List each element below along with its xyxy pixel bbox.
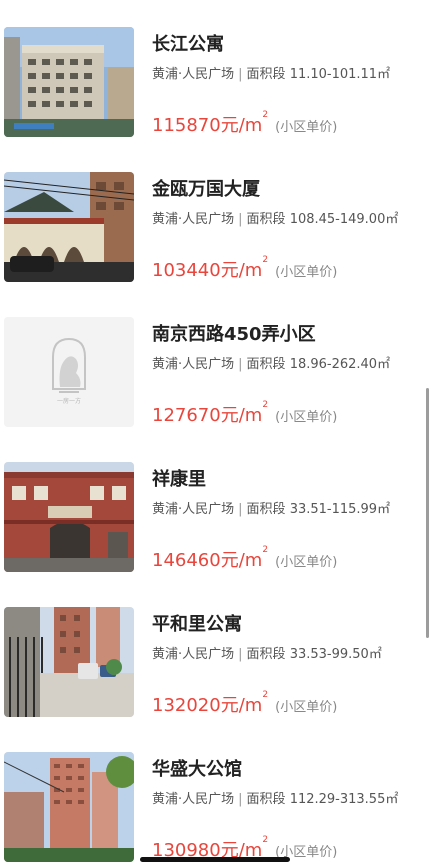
listing-price-note: (小区单价) [275,700,338,715]
listing-thumbnail[interactable] [4,27,134,137]
listing-district: 黄浦·人民广场 [152,502,235,517]
listing-price-row: 132020元/m2 (小区单价) [152,690,338,717]
listing-area-unit: ㎡ [377,357,391,372]
listing-name: 南京西路450弄小区 [152,324,316,345]
listing-meta: 黄浦·人民广场 | 面积段 33.51-115.99㎡ [152,498,390,517]
listing-price: 127670元/m2 [152,400,269,426]
listing-area-range: 108.45-149.00 [289,212,386,227]
placeholder-logo-icon: 一房一方 [4,317,134,427]
listing-price-note: (小区单价) [275,265,338,280]
listing-district: 黄浦·人民广场 [152,792,235,807]
listing-area-unit: ㎡ [385,792,399,807]
listing-price-row: 115870元/m2 (小区单价) [152,110,338,137]
listing-area-unit: ㎡ [368,647,382,662]
listing-district: 黄浦·人民广场 [152,357,235,372]
listing-price: 132020元/m2 [152,690,269,716]
listing-price-row: 146460元/m2 (小区单价) [152,545,338,572]
listing-price: 103440元/m2 [152,255,269,281]
listing-item[interactable]: 长江公寓 黄浦·人民广场 | 面积段 11.10-101.11㎡ 115870元/m… [0,27,430,139]
listing-district: 黄浦·人民广场 [152,212,235,227]
listing-item[interactable]: 一房一方 南京西路450弄小区 黄浦·人民广场 | 面积段 18.96-262.40… [0,317,430,429]
listing-price: 146460元/m2 [152,545,269,571]
listing-area-label: 面积段 [246,502,286,517]
listing-price-row: 103440元/m2 (小区单价) [152,255,338,282]
listing-thumbnail[interactable] [4,607,134,717]
listing-list: 长江公寓 黄浦·人民广场 | 面积段 11.10-101.11㎡ 115870元/m… [0,0,430,865]
building-photo-icon [4,752,134,862]
listing-area-range: 33.51-115.99 [289,502,378,517]
listing-area-range: 18.96-262.40 [289,357,378,372]
meta-separator: | [238,67,243,82]
meta-separator: | [238,502,243,517]
home-indicator[interactable] [140,857,290,862]
placeholder-text: 一房一方 [57,397,81,405]
listing-thumbnail[interactable] [4,752,134,862]
listing-name: 平和里公寓 [152,614,242,635]
meta-separator: | [238,647,243,662]
building-photo-icon [4,27,134,137]
listing-item[interactable]: 华盛大公馆 黄浦·人民广场 | 面积段 112.29-313.55㎡ 130980元… [0,752,430,864]
listing-item[interactable]: 祥康里 黄浦·人民广场 | 面积段 33.51-115.99㎡ 146460元/m2… [0,462,430,574]
listing-thumbnail[interactable]: 一房一方 [4,317,134,427]
listing-area-unit: ㎡ [377,67,391,82]
listing-meta: 黄浦·人民广场 | 面积段 18.96-262.40㎡ [152,353,390,372]
listing-meta: 黄浦·人民广场 | 面积段 33.53-99.50㎡ [152,643,382,662]
building-photo-icon [4,172,134,282]
listing-area-label: 面积段 [246,212,286,227]
building-photo-icon [4,607,134,717]
listing-thumbnail[interactable] [4,172,134,282]
listing-name: 金瓯万国大厦 [152,179,260,200]
building-photo-icon [4,462,134,572]
listing-thumbnail[interactable] [4,462,134,572]
listing-price: 115870元/m2 [152,110,269,136]
listing-area-label: 面积段 [246,647,286,662]
meta-separator: | [238,792,243,807]
listing-item[interactable]: 平和里公寓 黄浦·人民广场 | 面积段 33.53-99.50㎡ 132020元/m… [0,607,430,719]
listing-district: 黄浦·人民广场 [152,647,235,662]
listing-area-label: 面积段 [246,792,286,807]
listing-price-note: (小区单价) [275,555,338,570]
listing-area-label: 面积段 [246,67,286,82]
listing-area-unit: ㎡ [377,502,391,517]
listing-meta: 黄浦·人民广场 | 面积段 108.45-149.00㎡ [152,208,398,227]
listing-name: 华盛大公馆 [152,759,242,780]
listing-price-note: (小区单价) [275,120,338,135]
listing-price-row: 127670元/m2 (小区单价) [152,400,338,427]
listing-name: 祥康里 [152,469,206,490]
listing-name: 长江公寓 [152,34,224,55]
listing-area-range: 33.53-99.50 [289,647,369,662]
listing-price-note: (小区单价) [275,410,338,425]
listing-district: 黄浦·人民广场 [152,67,235,82]
listing-meta: 黄浦·人民广场 | 面积段 112.29-313.55㎡ [152,788,398,807]
listing-area-label: 面积段 [246,357,286,372]
listing-area-unit: ㎡ [385,212,399,227]
scrollbar[interactable] [426,388,429,638]
meta-separator: | [238,357,243,372]
listing-meta: 黄浦·人民广场 | 面积段 11.10-101.11㎡ [152,63,390,82]
listing-area-range: 112.29-313.55 [289,792,386,807]
listing-area-range: 11.10-101.11 [289,67,378,82]
meta-separator: | [238,212,243,227]
listing-item[interactable]: 金瓯万国大厦 黄浦·人民广场 | 面积段 108.45-149.00㎡ 103440… [0,172,430,284]
